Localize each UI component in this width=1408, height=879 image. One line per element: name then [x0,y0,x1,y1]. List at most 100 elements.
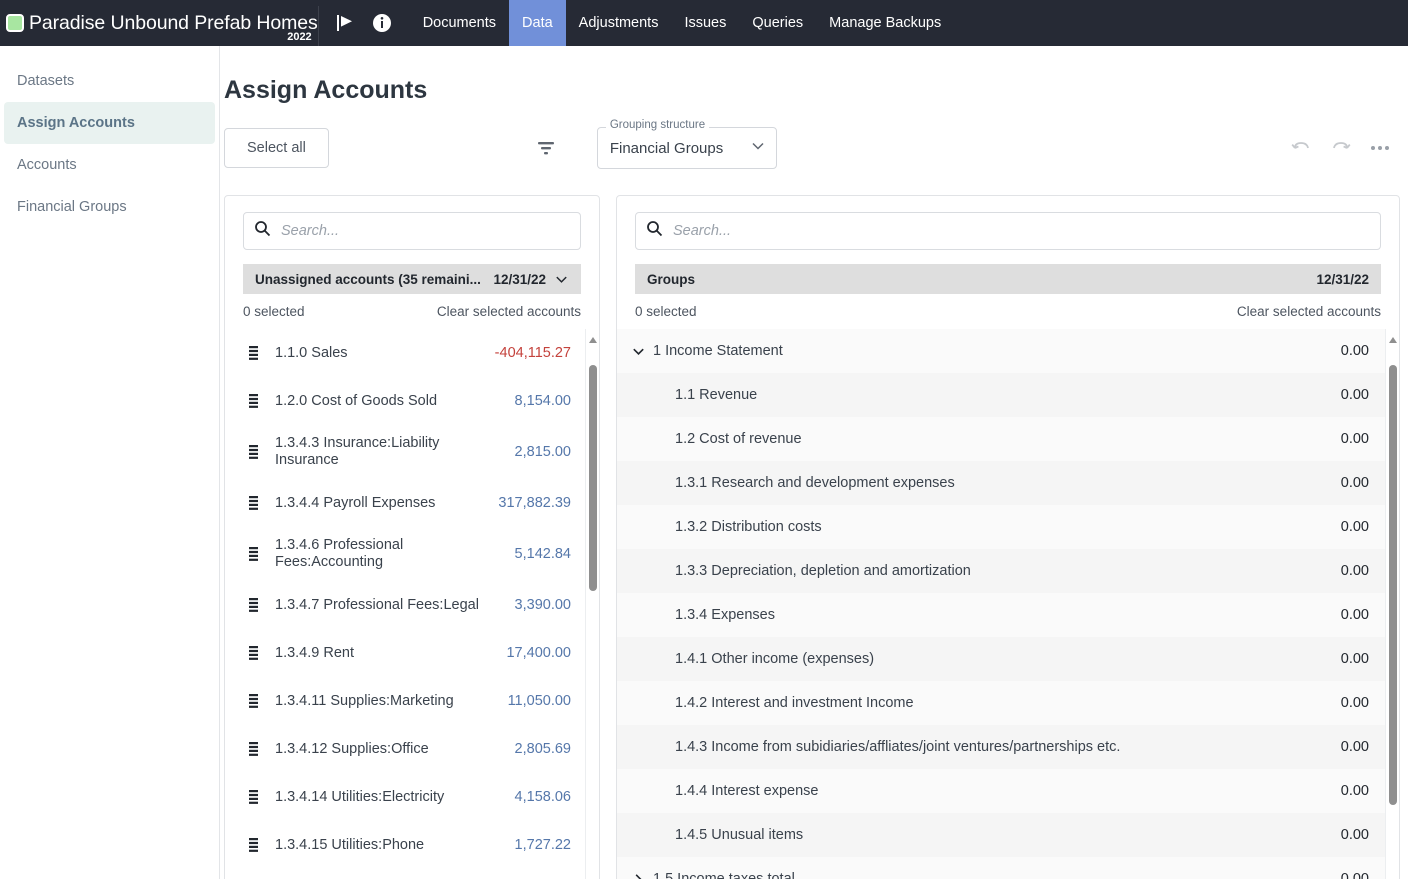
group-name: 1.5 Income taxes total [653,871,1341,879]
group-name: 1.3.1 Research and development expenses [653,475,1341,491]
drag-handle-icon[interactable] [243,394,263,408]
drag-handle-icon[interactable] [243,694,263,708]
account-row[interactable]: 1.3.4.11 Supplies:Marketing11,050.00 [225,677,585,725]
drag-handle-icon[interactable] [243,838,263,852]
group-row[interactable]: 1.2 Cost of revenue0.00 [617,417,1385,461]
group-value: 0.00 [1341,827,1369,843]
drag-handle-icon[interactable] [243,445,263,459]
right-search-box[interactable] [635,212,1381,250]
page-title: Assign Accounts [220,76,1408,105]
group-row[interactable]: 1.5 Income taxes total0.00 [617,857,1385,879]
right-scrollbar-thumb[interactable] [1389,365,1397,805]
group-name: 1.4.3 Income from subidiaries/affliates/… [653,739,1341,755]
right-clear-selected-accounts-link[interactable]: Clear selected accounts [1237,304,1381,319]
account-name: 1.3.4.3 Insurance:Liability Insurance [263,435,515,469]
group-row[interactable]: 1 Income Statement0.00 [617,329,1385,373]
nav-item-manage-backups[interactable]: Manage Backups [816,0,954,46]
nav-item-queries[interactable]: Queries [739,0,816,46]
info-icon[interactable] [372,13,392,33]
drag-handle-icon[interactable] [243,496,263,510]
redo-icon[interactable] [1330,139,1352,157]
account-row[interactable]: 1.3.4.6 Professional Fees:Accounting5,14… [225,527,585,581]
group-value: 0.00 [1341,431,1369,447]
account-value: 5,142.84 [515,546,571,562]
drag-handle-icon[interactable] [243,790,263,804]
nav-item-data[interactable]: Data [509,0,566,46]
right-scrollbar[interactable] [1385,329,1399,879]
drag-handle-icon[interactable] [243,646,263,660]
left-search-box[interactable] [243,212,581,250]
sidebar-item-accounts[interactable]: Accounts [4,144,215,186]
account-row[interactable]: 1.3.4.4 Payroll Expenses317,882.39 [225,479,585,527]
group-name: 1.2 Cost of revenue [653,431,1341,447]
nav-item-adjustments[interactable]: Adjustments [566,0,672,46]
account-value: 8,154.00 [515,393,571,409]
right-search-input[interactable] [671,222,1370,240]
left-search-input[interactable] [279,222,570,240]
flag-icon[interactable] [337,14,354,32]
left-scrollbar-thumb[interactable] [589,365,597,591]
group-name: 1.4.5 Unusual items [653,827,1341,843]
group-value: 0.00 [1341,607,1369,623]
sidebar-item-financial-groups[interactable]: Financial Groups [4,186,215,228]
grouping-structure-control[interactable]: Financial Groups [597,127,777,169]
group-row[interactable]: 1.4.5 Unusual items0.00 [617,813,1385,857]
app-logo-square-icon [6,14,24,32]
chevron-down-icon[interactable] [631,344,653,359]
account-value: 3,390.00 [515,597,571,613]
nav-item-documents[interactable]: Documents [410,0,509,46]
group-row[interactable]: 1.3.4 Expenses0.00 [617,593,1385,637]
sidebar-item-assign-accounts[interactable]: Assign Accounts [4,102,215,144]
left-clear-selected-accounts-link[interactable]: Clear selected accounts [437,304,581,319]
account-row[interactable]: 1.3.4.9 Rent17,400.00 [225,629,585,677]
scroll-up-arrow-icon[interactable] [1388,331,1398,349]
account-row[interactable]: 1.3.4.3 Insurance:Liability Insurance2,8… [225,425,585,479]
undo-icon[interactable] [1290,139,1312,157]
account-row[interactable]: 1.1.0 Sales-404,115.27 [225,329,585,377]
drag-handle-icon[interactable] [243,598,263,612]
group-row[interactable]: 1.3.3 Depreciation, depletion and amorti… [617,549,1385,593]
left-scrollbar[interactable] [585,329,599,879]
group-name: 1.4.4 Interest expense [653,783,1341,799]
sidebar-item-datasets[interactable]: Datasets [4,60,215,102]
group-value: 0.00 [1341,783,1369,799]
group-row[interactable]: 1.3.2 Distribution costs0.00 [617,505,1385,549]
search-icon [254,220,271,242]
filter-icon[interactable] [529,131,563,165]
account-value: 11,050.00 [508,693,571,709]
account-row[interactable]: 1.3.4.12 Supplies:Office2,805.69 [225,725,585,773]
select-all-button[interactable]: Select all [224,128,329,168]
app-shell: Datasets Assign Accounts Accounts Financ… [0,46,1408,879]
main-nav-links: Documents Data Adjustments Issues Querie… [410,0,955,46]
group-row[interactable]: 1.1 Revenue0.00 [617,373,1385,417]
group-row[interactable]: 1.3.1 Research and development expenses0… [617,461,1385,505]
scroll-up-arrow-icon[interactable] [588,331,598,349]
group-name: 1.1 Revenue [653,387,1341,403]
nav-item-issues[interactable]: Issues [671,0,739,46]
group-name: 1.3.2 Distribution costs [653,519,1341,535]
drag-handle-icon[interactable] [243,742,263,756]
assign-panels: Unassigned accounts (35 remaini... 12/31… [220,195,1408,879]
account-row[interactable]: 1.3.4.14 Utilities:Electricity4,158.06 [225,773,585,821]
more-options-icon[interactable] [1370,145,1390,151]
group-row[interactable]: 1.4.3 Income from subidiaries/affliates/… [617,725,1385,769]
chevron-right-icon[interactable] [631,872,653,879]
unassigned-accounts-band[interactable]: Unassigned accounts (35 remaini... 12/31… [243,264,581,294]
left-search-row [225,196,599,250]
account-value: 317,882.39 [498,495,571,511]
unassigned-accounts-panel: Unassigned accounts (35 remaini... 12/31… [224,195,600,879]
group-name: 1.4.2 Interest and investment Income [653,695,1341,711]
nav-icon-group [319,0,410,46]
group-row[interactable]: 1.4.2 Interest and investment Income0.00 [617,681,1385,725]
chevron-down-icon[interactable] [554,272,569,287]
group-value: 0.00 [1341,343,1369,359]
drag-handle-icon[interactable] [243,547,263,561]
grouping-structure-value: Financial Groups [610,140,750,157]
account-row[interactable]: 1.3.4.7 Professional Fees:Legal3,390.00 [225,581,585,629]
account-row[interactable]: 1.2.0 Cost of Goods Sold8,154.00 [225,377,585,425]
grouping-structure-select[interactable]: Grouping structure Financial Groups [597,127,777,169]
account-row[interactable]: 1.3.4.15 Utilities:Phone1,727.22 [225,821,585,869]
group-row[interactable]: 1.4.4 Interest expense0.00 [617,769,1385,813]
drag-handle-icon[interactable] [243,346,263,360]
group-row[interactable]: 1.4.1 Other income (expenses)0.00 [617,637,1385,681]
